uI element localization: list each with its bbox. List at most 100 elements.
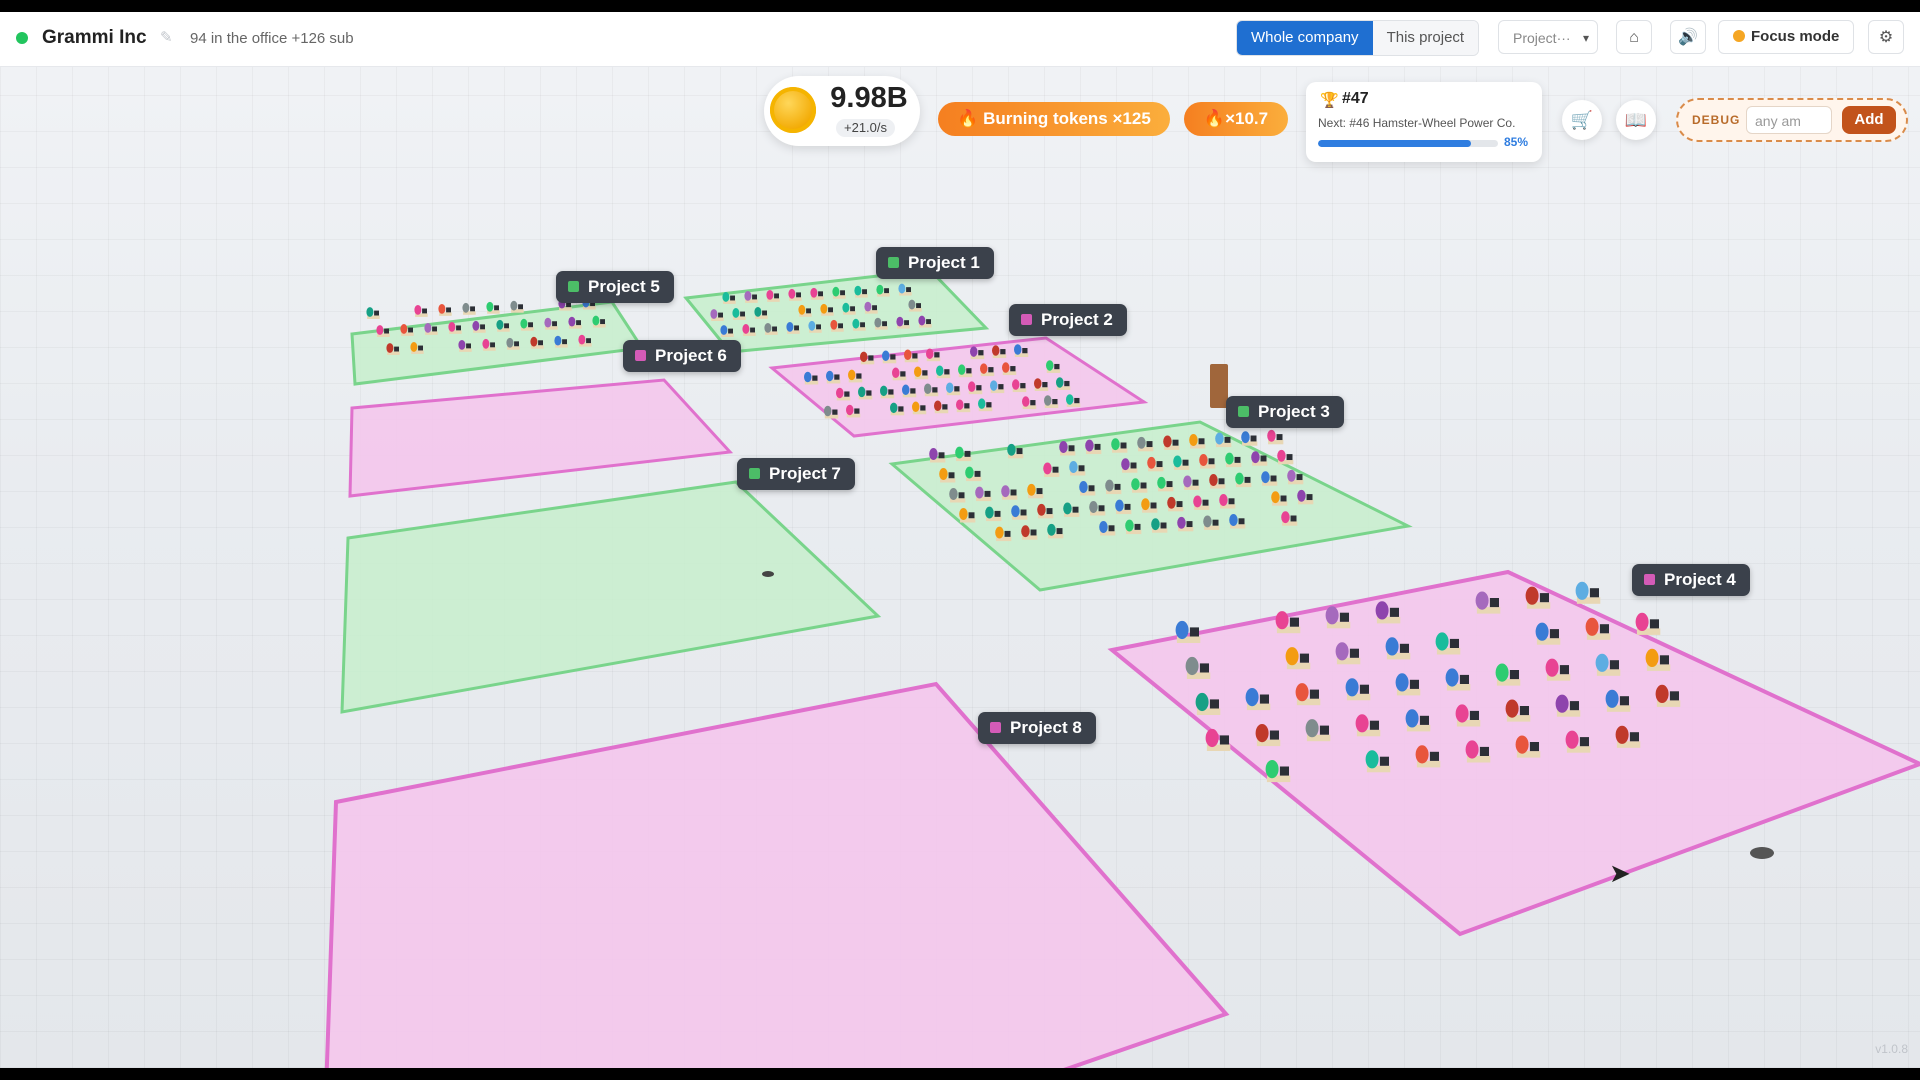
employee-character[interactable]: [1385, 637, 1399, 656]
employee-character[interactable]: [544, 317, 552, 328]
employee-character[interactable]: [592, 315, 600, 326]
employee-character[interactable]: [890, 402, 898, 414]
employee-character[interactable]: [968, 381, 976, 392]
employee-character[interactable]: [880, 385, 888, 397]
settings-button[interactable]: ⚙: [1868, 20, 1904, 54]
employee-character[interactable]: [1245, 688, 1259, 707]
employee-character[interactable]: [1185, 656, 1199, 676]
employee-character[interactable]: [1183, 475, 1192, 488]
employee-character[interactable]: [1305, 719, 1319, 738]
employee-character[interactable]: [366, 307, 374, 317]
employee-character[interactable]: [1595, 653, 1609, 672]
employee-character[interactable]: [995, 526, 1004, 539]
bell-button[interactable]: ⌂: [1616, 20, 1652, 54]
employee-character[interactable]: [472, 320, 480, 331]
employee-character[interactable]: [985, 506, 994, 519]
employee-character[interactable]: [1125, 519, 1134, 532]
edit-pencil-icon[interactable]: ✎: [160, 28, 173, 46]
employee-character[interactable]: [1089, 501, 1098, 513]
employee-character[interactable]: [1115, 499, 1124, 512]
employee-character[interactable]: [710, 309, 718, 319]
employee-character[interactable]: [970, 346, 978, 357]
employee-character[interactable]: [980, 363, 988, 374]
floor-zone-project-4[interactable]: [1107, 569, 1920, 937]
burning-tokens-badge[interactable]: 🔥 Burning tokens ×125: [938, 102, 1170, 136]
employee-character[interactable]: [386, 343, 394, 353]
employee-character[interactable]: [400, 324, 408, 334]
employee-character[interactable]: [766, 289, 774, 300]
employee-character[interactable]: [1043, 462, 1052, 475]
employee-character[interactable]: [1295, 683, 1309, 702]
employee-character[interactable]: [788, 288, 796, 299]
employee-character[interactable]: [1475, 591, 1489, 610]
employee-character[interactable]: [854, 285, 862, 296]
employee-character[interactable]: [722, 292, 730, 302]
employee-character[interactable]: [458, 339, 466, 350]
project-label[interactable]: Project 8: [978, 712, 1096, 744]
employee-character[interactable]: [506, 337, 514, 348]
employee-character[interactable]: [1555, 694, 1569, 713]
employee-character[interactable]: [1465, 740, 1479, 759]
employee-character[interactable]: [1219, 494, 1228, 506]
project-label[interactable]: Project 3: [1226, 396, 1344, 428]
employee-character[interactable]: [918, 315, 926, 326]
employee-character[interactable]: [414, 305, 422, 315]
employee-character[interactable]: [786, 321, 794, 332]
employee-character[interactable]: [1585, 617, 1599, 636]
employee-character[interactable]: [1255, 724, 1269, 743]
employee-character[interactable]: [1121, 458, 1130, 471]
project-select[interactable]: Project··· ▾: [1498, 20, 1598, 54]
employee-character[interactable]: [926, 348, 934, 359]
employee-character[interactable]: [1405, 709, 1419, 728]
employee-character[interactable]: [410, 342, 418, 352]
employee-character[interactable]: [1271, 491, 1280, 504]
employee-character[interactable]: [1229, 514, 1238, 526]
employee-character[interactable]: [1199, 454, 1208, 466]
employee-character[interactable]: [1027, 483, 1036, 496]
employee-character[interactable]: [810, 287, 818, 298]
floor-zone-project-6[interactable]: [348, 378, 734, 498]
employee-character[interactable]: [892, 367, 900, 379]
employee-character[interactable]: [1046, 360, 1054, 371]
employee-character[interactable]: [1265, 760, 1279, 779]
employee-character[interactable]: [1215, 432, 1224, 445]
employee-character[interactable]: [904, 349, 912, 361]
employee-character[interactable]: [1445, 668, 1459, 687]
employee-character[interactable]: [924, 383, 932, 395]
employee-character[interactable]: [742, 324, 750, 334]
employee-character[interactable]: [1267, 429, 1276, 442]
employee-character[interactable]: [1001, 485, 1010, 498]
employee-character[interactable]: [1007, 443, 1016, 456]
employee-character[interactable]: [1375, 601, 1389, 620]
employee-character[interactable]: [1535, 622, 1549, 641]
employee-character[interactable]: [462, 302, 470, 313]
employee-character[interactable]: [975, 486, 984, 499]
employee-character[interactable]: [1275, 611, 1289, 630]
employee-character[interactable]: [876, 284, 884, 295]
employee-character[interactable]: [1281, 511, 1290, 524]
floor-zone-project-7[interactable]: [340, 480, 882, 714]
tab-whole-company[interactable]: Whole company: [1237, 21, 1373, 55]
employee-character[interactable]: [764, 323, 772, 333]
employee-character[interactable]: [1002, 362, 1010, 373]
employee-character[interactable]: [1022, 396, 1030, 407]
employee-character[interactable]: [820, 303, 828, 314]
employee-character[interactable]: [754, 307, 762, 317]
employee-character[interactable]: [1505, 699, 1519, 718]
employee-character[interactable]: [1615, 725, 1629, 744]
employee-character[interactable]: [914, 366, 922, 378]
employee-character[interactable]: [1235, 472, 1244, 485]
employee-character[interactable]: [438, 303, 446, 314]
employee-character[interactable]: [1635, 612, 1649, 632]
focus-mode-button[interactable]: Focus mode: [1718, 20, 1854, 54]
employee-character[interactable]: [874, 317, 882, 328]
employee-character[interactable]: [1335, 642, 1349, 661]
employee-character[interactable]: [1285, 647, 1299, 666]
employee-character[interactable]: [1147, 456, 1156, 469]
employee-character[interactable]: [1297, 489, 1306, 502]
employee-character[interactable]: [1225, 452, 1234, 465]
employee-character[interactable]: [530, 336, 538, 347]
employee-character[interactable]: [1395, 673, 1409, 692]
employee-character[interactable]: [744, 291, 752, 301]
employee-character[interactable]: [1645, 648, 1659, 668]
